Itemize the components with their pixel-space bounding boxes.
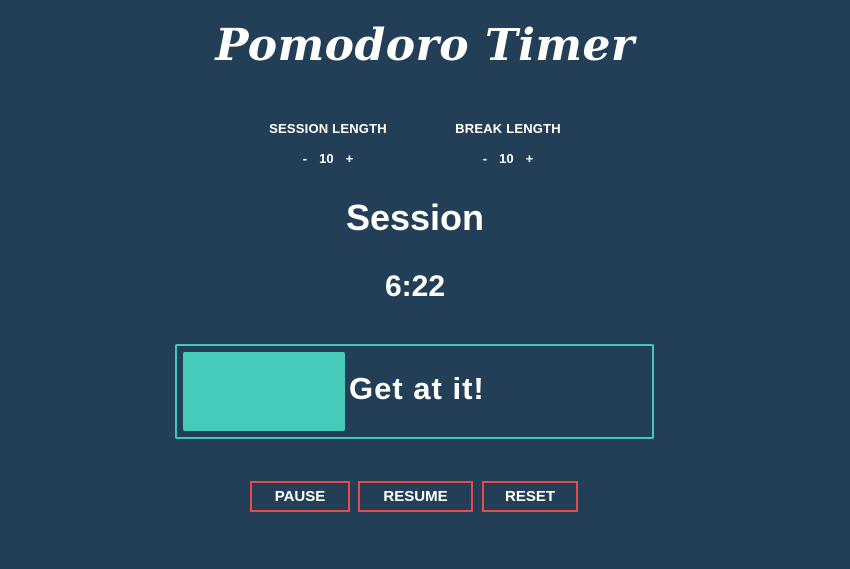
progress-bar: Get at it! bbox=[175, 344, 654, 439]
break-length-setting: BREAK LENGTH - 10 + bbox=[413, 121, 603, 167]
app-title: Pomodoro Timer bbox=[215, 20, 635, 71]
progress-bar-fill bbox=[183, 352, 345, 431]
break-length-label: BREAK LENGTH bbox=[455, 121, 561, 136]
progress-message: Get at it! bbox=[349, 371, 485, 406]
break-increment-button[interactable]: + bbox=[522, 151, 538, 167]
session-length-label: SESSION LENGTH bbox=[269, 121, 387, 136]
timer-mode-label: Session bbox=[345, 197, 485, 238]
session-length-setting: SESSION LENGTH - 10 + bbox=[233, 121, 423, 167]
time-remaining: 6:22 bbox=[384, 270, 446, 303]
break-length-stepper: - 10 + bbox=[413, 151, 603, 167]
resume-button[interactable]: RESUME bbox=[358, 481, 473, 512]
break-decrement-button[interactable]: - bbox=[479, 151, 491, 167]
break-length-value: 10 bbox=[499, 151, 514, 166]
pause-button[interactable]: PAUSE bbox=[250, 481, 350, 512]
pomodoro-page: Pomodoro Timer SESSION LENGTH - 10 + BRE… bbox=[0, 0, 850, 569]
session-decrement-button[interactable]: - bbox=[299, 151, 311, 167]
session-length-stepper: - 10 + bbox=[233, 151, 423, 167]
session-increment-button[interactable]: + bbox=[342, 151, 358, 167]
session-length-value: 10 bbox=[319, 151, 334, 166]
reset-button[interactable]: RESET bbox=[482, 481, 578, 512]
